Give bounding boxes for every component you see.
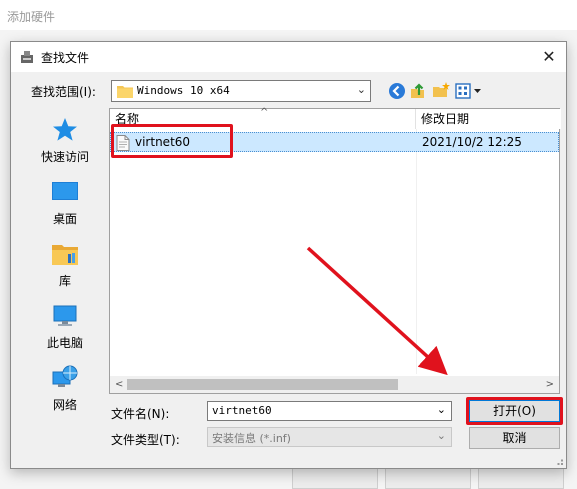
annotation-arrow — [306, 246, 448, 376]
